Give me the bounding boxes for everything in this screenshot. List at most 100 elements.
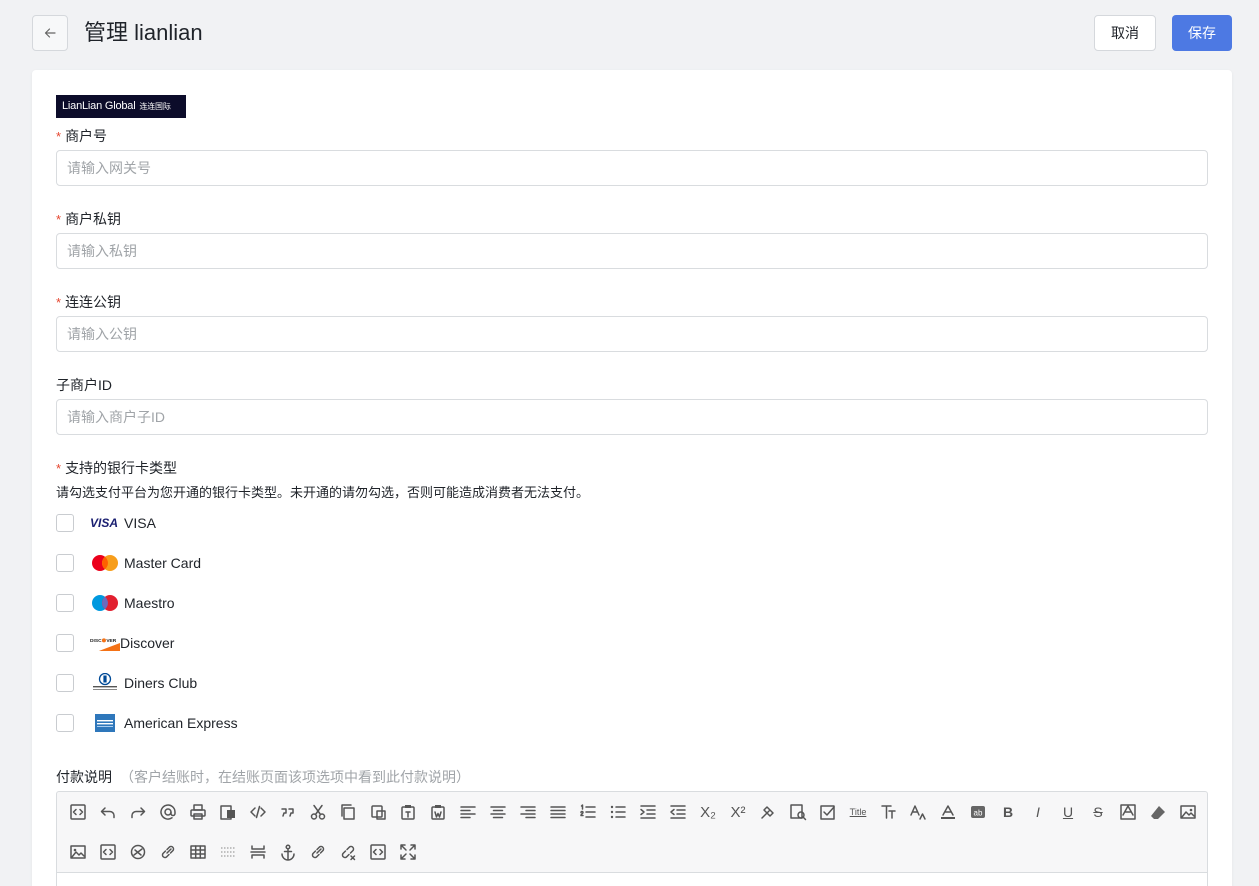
superscript-icon[interactable]: X²: [723, 797, 753, 827]
print-icon[interactable]: [183, 797, 213, 827]
payment-note-hint: （客户结账时，在结账页面该项选项中看到此付款说明）: [120, 769, 470, 785]
editor-content-area[interactable]: [57, 872, 1207, 886]
checkbox[interactable]: [56, 554, 74, 572]
flash-icon[interactable]: [123, 837, 153, 867]
bold-icon[interactable]: B: [993, 797, 1023, 827]
text-background-icon[interactable]: [1113, 797, 1143, 827]
paste-from-word-icon[interactable]: [423, 797, 453, 827]
svg-text:VER: VER: [106, 638, 116, 644]
cancel-button[interactable]: 取消: [1094, 15, 1156, 51]
redo-icon[interactable]: [123, 797, 153, 827]
card-types-label: * 支持的银行卡类型: [56, 460, 178, 476]
card-option-diners-club[interactable]: Diners Club: [56, 673, 197, 693]
maestro-logo: [90, 593, 120, 613]
rich-text-editor: X₂ X² Title ab B I U S: [56, 791, 1208, 886]
ordered-list-icon[interactable]: [573, 797, 603, 827]
align-left-icon[interactable]: [453, 797, 483, 827]
diners-club-logo: [90, 673, 120, 693]
card-option-label: Maestro: [124, 595, 175, 611]
required-mark: *: [56, 212, 62, 227]
svg-text:VISA: VISA: [90, 516, 118, 530]
card-option-mastercard[interactable]: Master Card: [56, 553, 201, 573]
required-mark: *: [56, 129, 62, 144]
paste-text-icon[interactable]: [393, 797, 423, 827]
outdent-icon[interactable]: [663, 797, 693, 827]
horizontal-rule-icon[interactable]: [213, 837, 243, 867]
mention-icon[interactable]: [153, 797, 183, 827]
discover-logo: DISC VER: [90, 633, 120, 653]
title-icon[interactable]: Title: [843, 797, 873, 827]
media-icon[interactable]: [93, 837, 123, 867]
card-option-label: Master Card: [124, 555, 202, 571]
editor-toolbar-row-1: X₂ X² Title ab B I U S: [63, 797, 1203, 827]
checkbox[interactable]: [56, 634, 74, 652]
merchant-private-key-input[interactable]: [56, 233, 1208, 269]
copy-icon[interactable]: [333, 797, 363, 827]
lianlian-public-key-label: * 连连公钥: [56, 294, 122, 310]
back-button[interactable]: [32, 15, 68, 51]
card-option-label: VISA: [124, 515, 156, 531]
checkbox[interactable]: [56, 514, 74, 532]
select-all-icon[interactable]: [783, 797, 813, 827]
card-option-maestro[interactable]: Maestro: [56, 593, 175, 613]
eraser-icon[interactable]: [1143, 797, 1173, 827]
checkbox[interactable]: [56, 714, 74, 732]
check-icon[interactable]: [813, 797, 843, 827]
italic-icon[interactable]: I: [1023, 797, 1053, 827]
cut-icon[interactable]: [303, 797, 333, 827]
html-icon[interactable]: [363, 837, 393, 867]
settings-card: LianLian Global连连国际 *商户号 *商户私钥 *连连公钥 子商户…: [32, 70, 1232, 886]
align-center-icon[interactable]: [483, 797, 513, 827]
table-icon[interactable]: [183, 837, 213, 867]
card-option-discover[interactable]: DISC VER Discover: [56, 633, 174, 653]
page-break-icon[interactable]: [243, 837, 273, 867]
lianlian-global-logo: LianLian Global 连连国际: [56, 95, 186, 118]
top-bar: 管理 lianlian 取消 保存: [0, 0, 1259, 66]
image-icon[interactable]: [1173, 797, 1203, 827]
align-right-icon[interactable]: [513, 797, 543, 827]
paste-icon[interactable]: [363, 797, 393, 827]
undo-icon[interactable]: [93, 797, 123, 827]
svg-text:DISC: DISC: [90, 638, 102, 644]
link-icon[interactable]: [153, 837, 183, 867]
required-mark: *: [56, 295, 62, 310]
card-option-american-express[interactable]: American Express: [56, 713, 238, 733]
sub-merchant-id-input[interactable]: [56, 399, 1208, 435]
highlight-icon[interactable]: ab: [963, 797, 993, 827]
page-title: 管理 lianlian: [84, 20, 203, 45]
merchant-id-input[interactable]: [56, 150, 1208, 186]
checkbox[interactable]: [56, 674, 74, 692]
font-family-icon[interactable]: [873, 797, 903, 827]
blockquote-icon[interactable]: [273, 797, 303, 827]
font-color-icon[interactable]: [933, 797, 963, 827]
source-code-icon[interactable]: [63, 797, 93, 827]
card-types-hint: 请勾选支付平台为您开通的银行卡类型。未开通的请勿勾选，否则可能造成消费者无法支付…: [56, 485, 590, 500]
underline-icon[interactable]: U: [1053, 797, 1083, 827]
editor-toolbar-row-2: [63, 837, 423, 867]
align-justify-icon[interactable]: [543, 797, 573, 827]
card-option-visa[interactable]: VISA VISA: [56, 513, 156, 533]
mastercard-logo: [90, 553, 120, 573]
strikethrough-icon[interactable]: S: [1083, 797, 1113, 827]
code-icon[interactable]: [243, 797, 273, 827]
indent-icon[interactable]: [633, 797, 663, 827]
card-option-label: Discover: [120, 635, 175, 651]
required-mark: *: [56, 461, 62, 476]
format-painter-icon[interactable]: [753, 797, 783, 827]
arrow-left-icon: [44, 28, 56, 38]
multi-image-icon[interactable]: [63, 837, 93, 867]
card-option-label: American Express: [124, 715, 238, 731]
bullet-list-icon[interactable]: [603, 797, 633, 827]
merchant-private-key-label: * 商户私钥: [56, 211, 122, 227]
link-2-icon[interactable]: [303, 837, 333, 867]
fullscreen-icon[interactable]: [393, 837, 423, 867]
font-size-icon[interactable]: [903, 797, 933, 827]
paste-word-icon[interactable]: [213, 797, 243, 827]
checkbox[interactable]: [56, 594, 74, 612]
unlink-icon[interactable]: [333, 837, 363, 867]
sub-merchant-id-label: 子商户ID: [56, 377, 112, 393]
subscript-icon[interactable]: X₂: [693, 797, 723, 827]
anchor-icon[interactable]: [273, 837, 303, 867]
save-button[interactable]: 保存: [1172, 15, 1232, 51]
lianlian-public-key-input[interactable]: [56, 316, 1208, 352]
